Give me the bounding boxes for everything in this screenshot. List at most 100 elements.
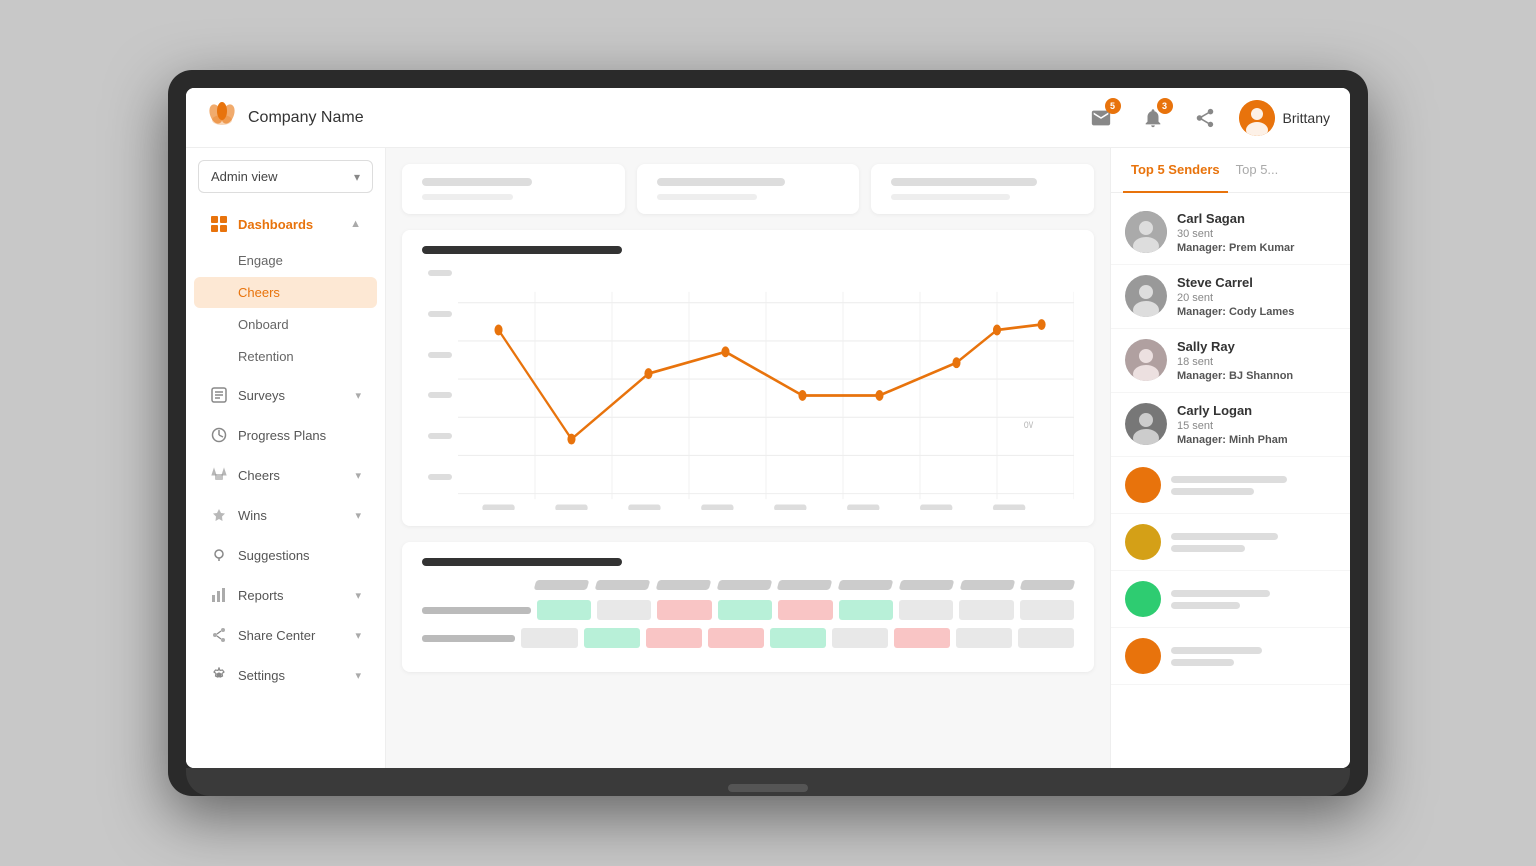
tab-top5-senders[interactable]: Top 5 Senders — [1123, 148, 1228, 193]
sidebar-item-reports[interactable]: Reports ▾ — [194, 576, 377, 614]
blurred-lines-2 — [1171, 533, 1336, 552]
share-center-icon — [210, 626, 228, 644]
sender-name-4: Carly Logan — [1177, 403, 1336, 418]
sender-sent-2: 20 sent — [1177, 292, 1336, 304]
sidebar-item-share-center[interactable]: Share Center ▾ — [194, 616, 377, 654]
header-right: 5 3 Brittan — [1083, 100, 1330, 136]
sender-info-2: Steve Carrel 20 sent Manager: Cody Lames — [1177, 275, 1336, 318]
sidebar-item-wins[interactable]: Wins ▾ — [194, 496, 377, 534]
wins-chevron: ▾ — [355, 509, 361, 522]
sidebar-item-surveys[interactable]: Surveys ▾ — [194, 376, 377, 414]
settings-chevron: ▾ — [355, 669, 361, 682]
surveys-chevron: ▾ — [355, 389, 361, 402]
hatch-header — [422, 580, 1074, 590]
sender-avatar-4 — [1125, 403, 1167, 445]
admin-view-dropdown[interactable]: Admin view ▾ — [198, 160, 373, 193]
sender-sent-3: 18 sent — [1177, 356, 1336, 368]
dropdown-arrow-icon: ▾ — [354, 170, 360, 184]
nav-section-dashboards: Dashboards ▲ Engage Cheers Onboard Reten… — [186, 205, 385, 372]
blurred-sender-1 — [1111, 457, 1350, 514]
table-title — [422, 558, 622, 566]
sender-manager-2: Manager: Cody Lames — [1177, 306, 1336, 318]
sidebar-subitem-engage[interactable]: Engage — [194, 245, 377, 276]
sender-sent-1: 30 sent — [1177, 228, 1336, 240]
bell-badge: 3 — [1157, 98, 1173, 114]
sender-sent-4: 15 sent — [1177, 420, 1336, 432]
sidebar-item-dashboards[interactable]: Dashboards ▲ — [194, 205, 377, 243]
suggestions-icon — [210, 546, 228, 564]
notification-button[interactable] — [1187, 100, 1223, 136]
stat-card-1 — [402, 164, 625, 214]
sender-avatar-2 — [1125, 275, 1167, 317]
main-layout: Admin view ▾ Dashboards ▲ Engage — [186, 148, 1350, 768]
user-name: Brittany — [1283, 110, 1330, 126]
sender-item-4: Carly Logan 15 sent Manager: Minh Pham — [1111, 393, 1350, 457]
surveys-icon — [210, 386, 228, 404]
sidebar-subitem-cheers[interactable]: Cheers — [194, 277, 377, 308]
cheers-chevron: ▾ — [355, 469, 361, 482]
svg-text:ov: ov — [1024, 418, 1034, 432]
sidebar-item-settings[interactable]: Settings ▾ — [194, 656, 377, 694]
blurred-avatar-1 — [1125, 467, 1161, 503]
stat-card-2 — [637, 164, 860, 214]
sender-item-2: Steve Carrel 20 sent Manager: Cody Lames — [1111, 265, 1350, 329]
sender-name-1: Carl Sagan — [1177, 211, 1336, 226]
sender-item-3: Sally Ray 18 sent Manager: BJ Shannon — [1111, 329, 1350, 393]
sender-item-1: Carl Sagan 30 sent Manager: Prem Kumar — [1111, 201, 1350, 265]
sidebar-subitem-onboard[interactable]: Onboard — [194, 309, 377, 340]
mail-button[interactable]: 5 — [1083, 100, 1119, 136]
bell-button[interactable]: 3 — [1135, 100, 1171, 136]
blurred-avatar-2 — [1125, 524, 1161, 560]
cheers-icon — [210, 466, 228, 484]
logo-area: Company Name — [206, 98, 386, 137]
blurred-avatar-4 — [1125, 638, 1161, 674]
content-area: ov — [386, 148, 1110, 768]
blurred-lines-1 — [1171, 476, 1336, 495]
sender-name-2: Steve Carrel — [1177, 275, 1336, 290]
sender-manager-4: Manager: Minh Pham — [1177, 434, 1336, 446]
reports-chevron: ▾ — [355, 589, 361, 602]
blurred-sender-2 — [1111, 514, 1350, 571]
logo-icon — [206, 98, 238, 137]
table-row — [422, 628, 1074, 648]
top-tabs: Top 5 Senders Top 5... — [1111, 148, 1350, 193]
line-chart-svg: ov — [422, 270, 1074, 510]
sender-manager-3: Manager: BJ Shannon — [1177, 370, 1336, 382]
header: Company Name 5 3 — [186, 88, 1350, 148]
mail-badge: 5 — [1105, 98, 1121, 114]
sidebar-item-suggestions[interactable]: Suggestions — [194, 536, 377, 574]
sidebar-item-progress-plans[interactable]: Progress Plans — [194, 416, 377, 454]
reports-icon — [210, 586, 228, 604]
sender-info-3: Sally Ray 18 sent Manager: BJ Shannon — [1177, 339, 1336, 382]
line-chart-card: ov — [402, 230, 1094, 526]
dashboards-icon — [210, 215, 228, 233]
tab-top5-other[interactable]: Top 5... — [1228, 148, 1287, 193]
blurred-lines-3 — [1171, 590, 1336, 609]
wins-icon — [210, 506, 228, 524]
sender-info-1: Carl Sagan 30 sent Manager: Prem Kumar — [1177, 211, 1336, 254]
sidebar-subitem-retention[interactable]: Retention — [194, 341, 377, 372]
stat-cards-row — [402, 164, 1094, 214]
share-center-chevron: ▾ — [355, 629, 361, 642]
blurred-sender-3 — [1111, 571, 1350, 628]
blurred-sender-4 — [1111, 628, 1350, 685]
sender-avatar-3 — [1125, 339, 1167, 381]
blurred-avatar-3 — [1125, 581, 1161, 617]
sender-name-3: Sally Ray — [1177, 339, 1336, 354]
chart-area: ov — [422, 270, 1074, 510]
sidebar: Admin view ▾ Dashboards ▲ Engage — [186, 148, 386, 768]
user-menu[interactable]: Brittany — [1239, 100, 1330, 136]
heatmap-card — [402, 542, 1094, 672]
sender-manager-1: Manager: Prem Kumar — [1177, 242, 1336, 254]
settings-icon — [210, 666, 228, 684]
company-name: Company Name — [248, 109, 364, 127]
y-axis — [422, 270, 458, 480]
chart-title — [422, 246, 622, 254]
sidebar-item-cheers[interactable]: Cheers ▾ — [194, 456, 377, 494]
sender-list: Carl Sagan 30 sent Manager: Prem Kumar — [1111, 193, 1350, 693]
stat-card-3 — [871, 164, 1094, 214]
sender-avatar-1 — [1125, 211, 1167, 253]
blurred-lines-4 — [1171, 647, 1336, 666]
table-row — [422, 600, 1074, 620]
right-panel: Top 5 Senders Top 5... — [1110, 148, 1350, 768]
